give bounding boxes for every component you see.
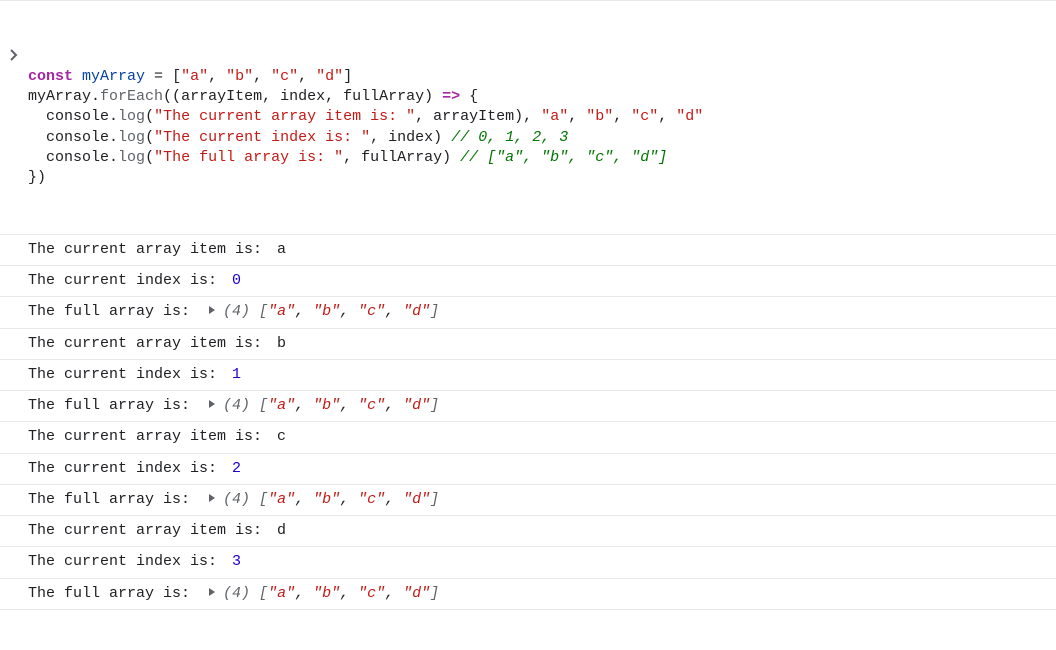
- log-message: The current index is:: [28, 460, 226, 477]
- log-value-string: d: [277, 522, 286, 539]
- expand-array-icon[interactable]: [205, 303, 219, 317]
- log-message: The full array is:: [28, 585, 199, 602]
- prompt-chevron-icon: [9, 7, 20, 21]
- array-preview[interactable]: ["a", "b", "c", "d"]: [259, 491, 439, 508]
- expand-array-icon[interactable]: [205, 397, 219, 411]
- log-row: The current array item is: c: [0, 422, 1056, 453]
- log-row: The current index is: 3: [0, 547, 1056, 578]
- log-value-number: 3: [232, 553, 241, 570]
- log-row: The full array is: (4) ["a", "b", "c", "…: [0, 579, 1056, 610]
- log-value-number: 1: [232, 366, 241, 383]
- log-row: The current index is: 1: [0, 360, 1056, 391]
- log-message: The full array is:: [28, 303, 199, 320]
- log-row: The current array item is: b: [0, 329, 1056, 360]
- array-length: (4): [223, 491, 259, 508]
- log-value-string: c: [277, 428, 286, 445]
- log-message: The full array is:: [28, 397, 199, 414]
- array-length: (4): [223, 303, 259, 320]
- log-row: The current array item is: d: [0, 516, 1056, 547]
- log-row: The full array is: (4) ["a", "b", "c", "…: [0, 485, 1056, 516]
- log-row: The current index is: 2: [0, 454, 1056, 485]
- log-row: The full array is: (4) ["a", "b", "c", "…: [0, 297, 1056, 328]
- input-code[interactable]: const myArray = ["a", "b", "c", "d"] myA…: [28, 67, 1048, 189]
- log-message: The full array is:: [28, 491, 199, 508]
- array-preview[interactable]: ["a", "b", "c", "d"]: [259, 397, 439, 414]
- log-row: The full array is: (4) ["a", "b", "c", "…: [0, 391, 1056, 422]
- array-length: (4): [223, 585, 259, 602]
- log-row: The current array item is: a: [0, 235, 1056, 266]
- devtools-console: const myArray = ["a", "b", "c", "d"] myA…: [0, 0, 1056, 610]
- log-message: The current index is:: [28, 272, 226, 289]
- array-preview[interactable]: ["a", "b", "c", "d"]: [259, 303, 439, 320]
- log-message: The current array item is:: [28, 522, 271, 539]
- log-row: The current index is: 0: [0, 266, 1056, 297]
- log-message: The current index is:: [28, 366, 226, 383]
- array-preview[interactable]: ["a", "b", "c", "d"]: [259, 585, 439, 602]
- array-length: (4): [223, 397, 259, 414]
- log-message: The current index is:: [28, 553, 226, 570]
- expand-array-icon[interactable]: [205, 491, 219, 505]
- console-output: The current array item is: aThe current …: [0, 235, 1056, 610]
- log-message: The current array item is:: [28, 241, 271, 258]
- log-message: The current array item is:: [28, 428, 271, 445]
- log-value-number: 0: [232, 272, 241, 289]
- log-message: The current array item is:: [28, 335, 271, 352]
- log-value-number: 2: [232, 460, 241, 477]
- log-value-string: a: [277, 241, 286, 258]
- expand-array-icon[interactable]: [205, 585, 219, 599]
- log-value-string: b: [277, 335, 286, 352]
- console-input-row: const myArray = ["a", "b", "c", "d"] myA…: [0, 0, 1056, 235]
- var-myArray: myArray: [82, 68, 145, 85]
